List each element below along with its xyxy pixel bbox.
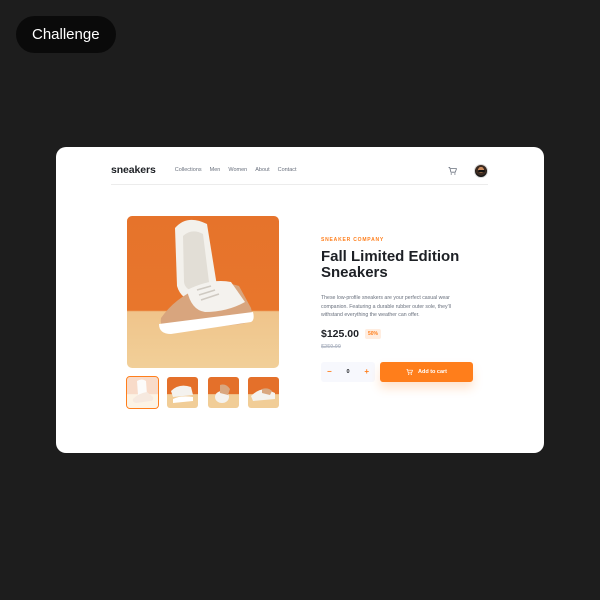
current-price: $125.00 <box>321 328 359 340</box>
product-description: These low-profile sneakers are your perf… <box>321 295 451 318</box>
cart-icon <box>406 369 413 375</box>
sneaker-illustration <box>159 219 254 334</box>
nav-link-collections[interactable]: Collections <box>175 167 202 173</box>
product-main-image[interactable] <box>127 216 279 368</box>
thumbnail-1-image <box>132 379 154 403</box>
nav-link-women[interactable]: Women <box>228 167 247 173</box>
thumbnail-list <box>126 376 279 409</box>
add-to-cart-label: Add to cart <box>417 369 448 375</box>
nav-link-about[interactable]: About <box>255 167 269 173</box>
price-row: $125.00 50% <box>321 328 381 340</box>
original-price: $250.00 <box>321 344 341 350</box>
add-to-cart-button[interactable]: Add to cart <box>380 362 473 382</box>
thumbnail-2-image <box>171 385 193 403</box>
company-label: SNEAKER COMPANY <box>321 237 385 243</box>
nav-link-contact[interactable]: Contact <box>278 167 297 173</box>
quantity-value: 0 <box>346 369 350 375</box>
challenge-label: Challenge <box>32 26 100 43</box>
main-nav: Collections Men Women About Contact <box>175 167 297 173</box>
thumbnail-3-image <box>215 384 230 403</box>
logo[interactable]: sneakers <box>111 164 156 176</box>
product-card: sneakers Collections Men Women About Con… <box>56 147 544 453</box>
thumbnail-4[interactable] <box>248 377 279 408</box>
plus-icon[interactable]: + <box>364 368 369 376</box>
minus-icon[interactable]: − <box>327 368 332 376</box>
product-title: Fall Limited Edition Sneakers <box>321 248 460 281</box>
thumbnail-3[interactable] <box>208 377 239 408</box>
thumbnail-1[interactable] <box>126 376 159 409</box>
avatar[interactable] <box>474 164 488 178</box>
site-header: sneakers Collections Men Women About Con… <box>111 155 488 185</box>
challenge-badge: Challenge <box>16 16 116 53</box>
nav-link-men[interactable]: Men <box>210 167 221 173</box>
thumbnail-4-image <box>251 388 275 401</box>
quantity-stepper: − 0 + <box>321 362 375 382</box>
discount-badge: 50% <box>364 329 381 339</box>
avatar-glasses <box>478 170 485 172</box>
thumbnail-2[interactable] <box>167 377 198 408</box>
cart-icon[interactable] <box>448 167 457 175</box>
